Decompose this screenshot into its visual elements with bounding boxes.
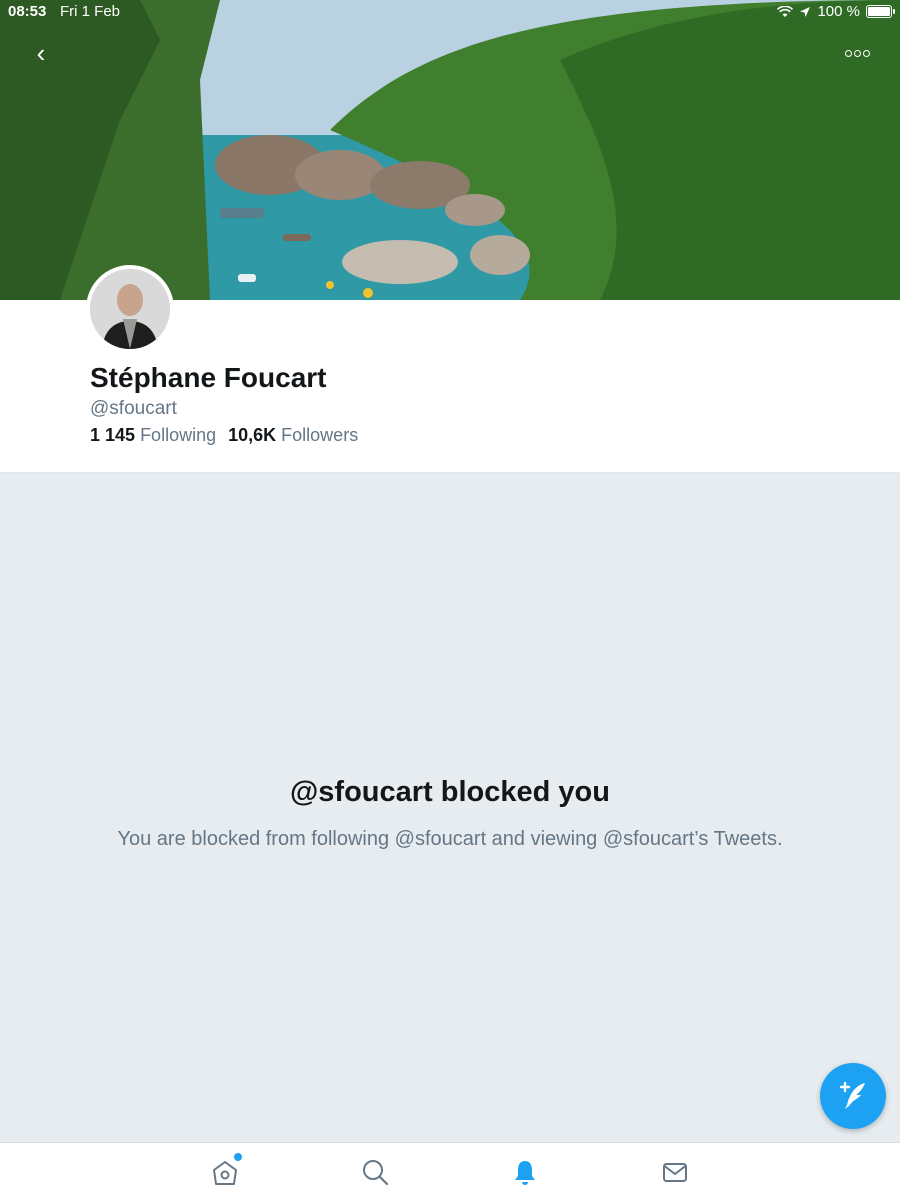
status-time: 08:53 bbox=[8, 3, 47, 20]
tab-search[interactable] bbox=[360, 1157, 390, 1187]
profile-handle: @sfoucart bbox=[90, 398, 177, 419]
bottom-tab-bar bbox=[0, 1142, 900, 1201]
tab-notifications[interactable] bbox=[510, 1157, 540, 1187]
followers-count: 10,6K bbox=[228, 425, 277, 445]
avatar[interactable] bbox=[86, 265, 174, 353]
battery-icon bbox=[866, 5, 895, 18]
followers-link[interactable]: 10,6K Followers bbox=[228, 425, 358, 446]
battery-percent: 100 % bbox=[817, 3, 860, 20]
compose-tweet-button[interactable] bbox=[820, 1063, 886, 1129]
more-icon bbox=[844, 49, 852, 57]
home-icon bbox=[213, 1161, 237, 1185]
compose-tweet-icon bbox=[839, 1081, 865, 1109]
search-icon bbox=[363, 1160, 389, 1186]
tab-messages[interactable] bbox=[660, 1157, 690, 1187]
status-right: 100 % bbox=[777, 3, 895, 20]
following-label: Following bbox=[140, 425, 217, 445]
chevron-left-icon: ‹ bbox=[36, 38, 46, 68]
status-bar: 08:53 Fri 1 Feb 100 % bbox=[0, 0, 900, 24]
following-count: 1 145 bbox=[90, 425, 136, 445]
mail-icon bbox=[663, 1163, 687, 1182]
profile-banner: ‹ bbox=[0, 0, 900, 300]
notification-dot bbox=[234, 1153, 242, 1161]
profile-counts: 1 145 Following 10,6K Followers bbox=[90, 425, 358, 446]
more-options-button[interactable] bbox=[840, 40, 874, 66]
back-button[interactable]: ‹ bbox=[26, 38, 56, 68]
following-link[interactable]: 1 145 Following bbox=[90, 425, 216, 446]
blocked-title: @sfoucart blocked you bbox=[290, 776, 610, 808]
avatar-photo-image bbox=[90, 269, 170, 349]
bell-icon bbox=[515, 1161, 535, 1185]
location-arrow-icon bbox=[800, 6, 811, 17]
status-date: Fri 1 Feb bbox=[60, 3, 121, 20]
banner-landscape-image bbox=[0, 0, 900, 300]
blocked-description: You are blocked from following @sfoucart… bbox=[117, 828, 783, 850]
profile-name: Stéphane Foucart bbox=[90, 362, 327, 393]
tab-home[interactable] bbox=[210, 1153, 242, 1187]
wifi-icon bbox=[777, 5, 794, 17]
followers-label: Followers bbox=[281, 425, 359, 445]
